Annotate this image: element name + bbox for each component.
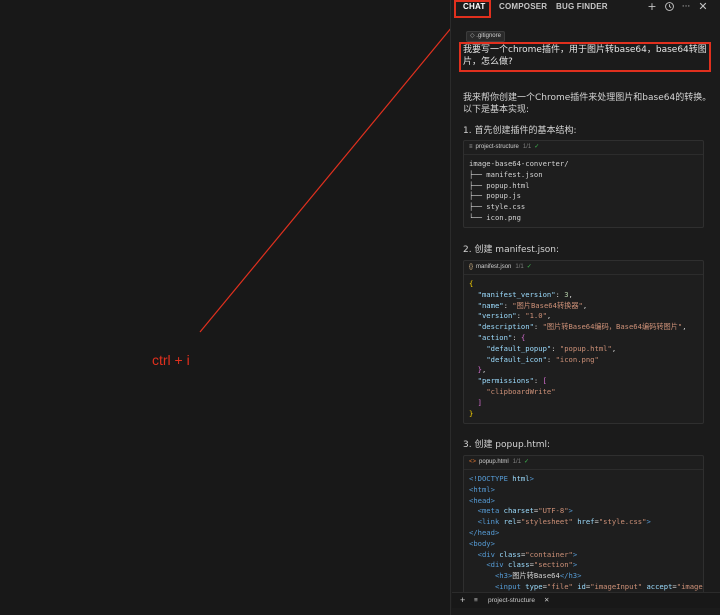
- context-chip-label: .gitignore: [476, 33, 501, 39]
- check-icon: ✓: [524, 459, 530, 465]
- plus-icon[interactable]: +: [646, 1, 658, 13]
- tab-composer[interactable]: COMPOSER: [499, 0, 547, 16]
- code-header[interactable]: ≡ project-structure 1/1 ✓: [464, 141, 703, 155]
- diamond-icon: ◇: [470, 33, 475, 39]
- close-icon[interactable]: ✕: [544, 593, 549, 608]
- assistant-intro: 我来帮你创建一个Chrome插件来处理图片和base64的转换。以下是基本实现:: [463, 93, 712, 115]
- bottom-strip: [452, 608, 720, 615]
- close-icon[interactable]: ✕: [697, 1, 709, 13]
- shortcut-annotation: ctrl + i: [152, 352, 190, 368]
- code-header[interactable]: <> popup.html 1/1 ✓: [464, 456, 703, 470]
- check-icon: ✓: [526, 264, 532, 270]
- panel-topbar: CHAT COMPOSER BUG FINDER + ··· ✕: [451, 0, 720, 17]
- html-icon: <>: [469, 459, 477, 465]
- code-block-popup-html: <> popup.html 1/1 ✓ <!DOCTYPE html> <html> …: [463, 455, 704, 615]
- check-icon: ✓: [534, 144, 540, 150]
- bottom-tab-label[interactable]: project-structure: [488, 593, 535, 608]
- history-icon[interactable]: [663, 1, 675, 13]
- list-icon: ≡: [469, 144, 473, 150]
- braces-icon: {}: [469, 264, 474, 270]
- step-2: 2. 创建 manifest.json:: [463, 245, 560, 255]
- annotation-box-user-message: [459, 42, 711, 72]
- code-block-project-structure: ≡ project-structure 1/1 ✓ image-base64-conv…: [463, 140, 704, 228]
- editor-area: [0, 0, 450, 615]
- code-content: <!DOCTYPE html> <html> <head> <meta char…: [469, 474, 703, 591]
- code-content: { "manifest_version": 3, "name": "图片Base…: [469, 279, 687, 418]
- tab-bug-finder[interactable]: BUG FINDER: [556, 0, 608, 16]
- annotation-box-chat-tab: [454, 0, 491, 18]
- code-content: image-base64-converter/ ├── manifest.jso…: [469, 159, 569, 222]
- list-icon: ≡: [474, 597, 478, 604]
- more-icon[interactable]: ···: [680, 1, 692, 13]
- context-chip[interactable]: ◇ .gitignore: [466, 31, 505, 42]
- code-block-manifest: {} manifest.json 1/1 ✓ { "manifest_version"…: [463, 260, 704, 424]
- step-3: 3. 创建 popup.html:: [463, 440, 551, 450]
- step-1: 1. 首先创建插件的基本结构:: [463, 126, 577, 136]
- bottom-tab-bar: + ≡ project-structure ✕: [452, 592, 720, 609]
- add-tab-button[interactable]: +: [460, 593, 465, 608]
- code-header[interactable]: {} manifest.json 1/1 ✓: [464, 261, 703, 275]
